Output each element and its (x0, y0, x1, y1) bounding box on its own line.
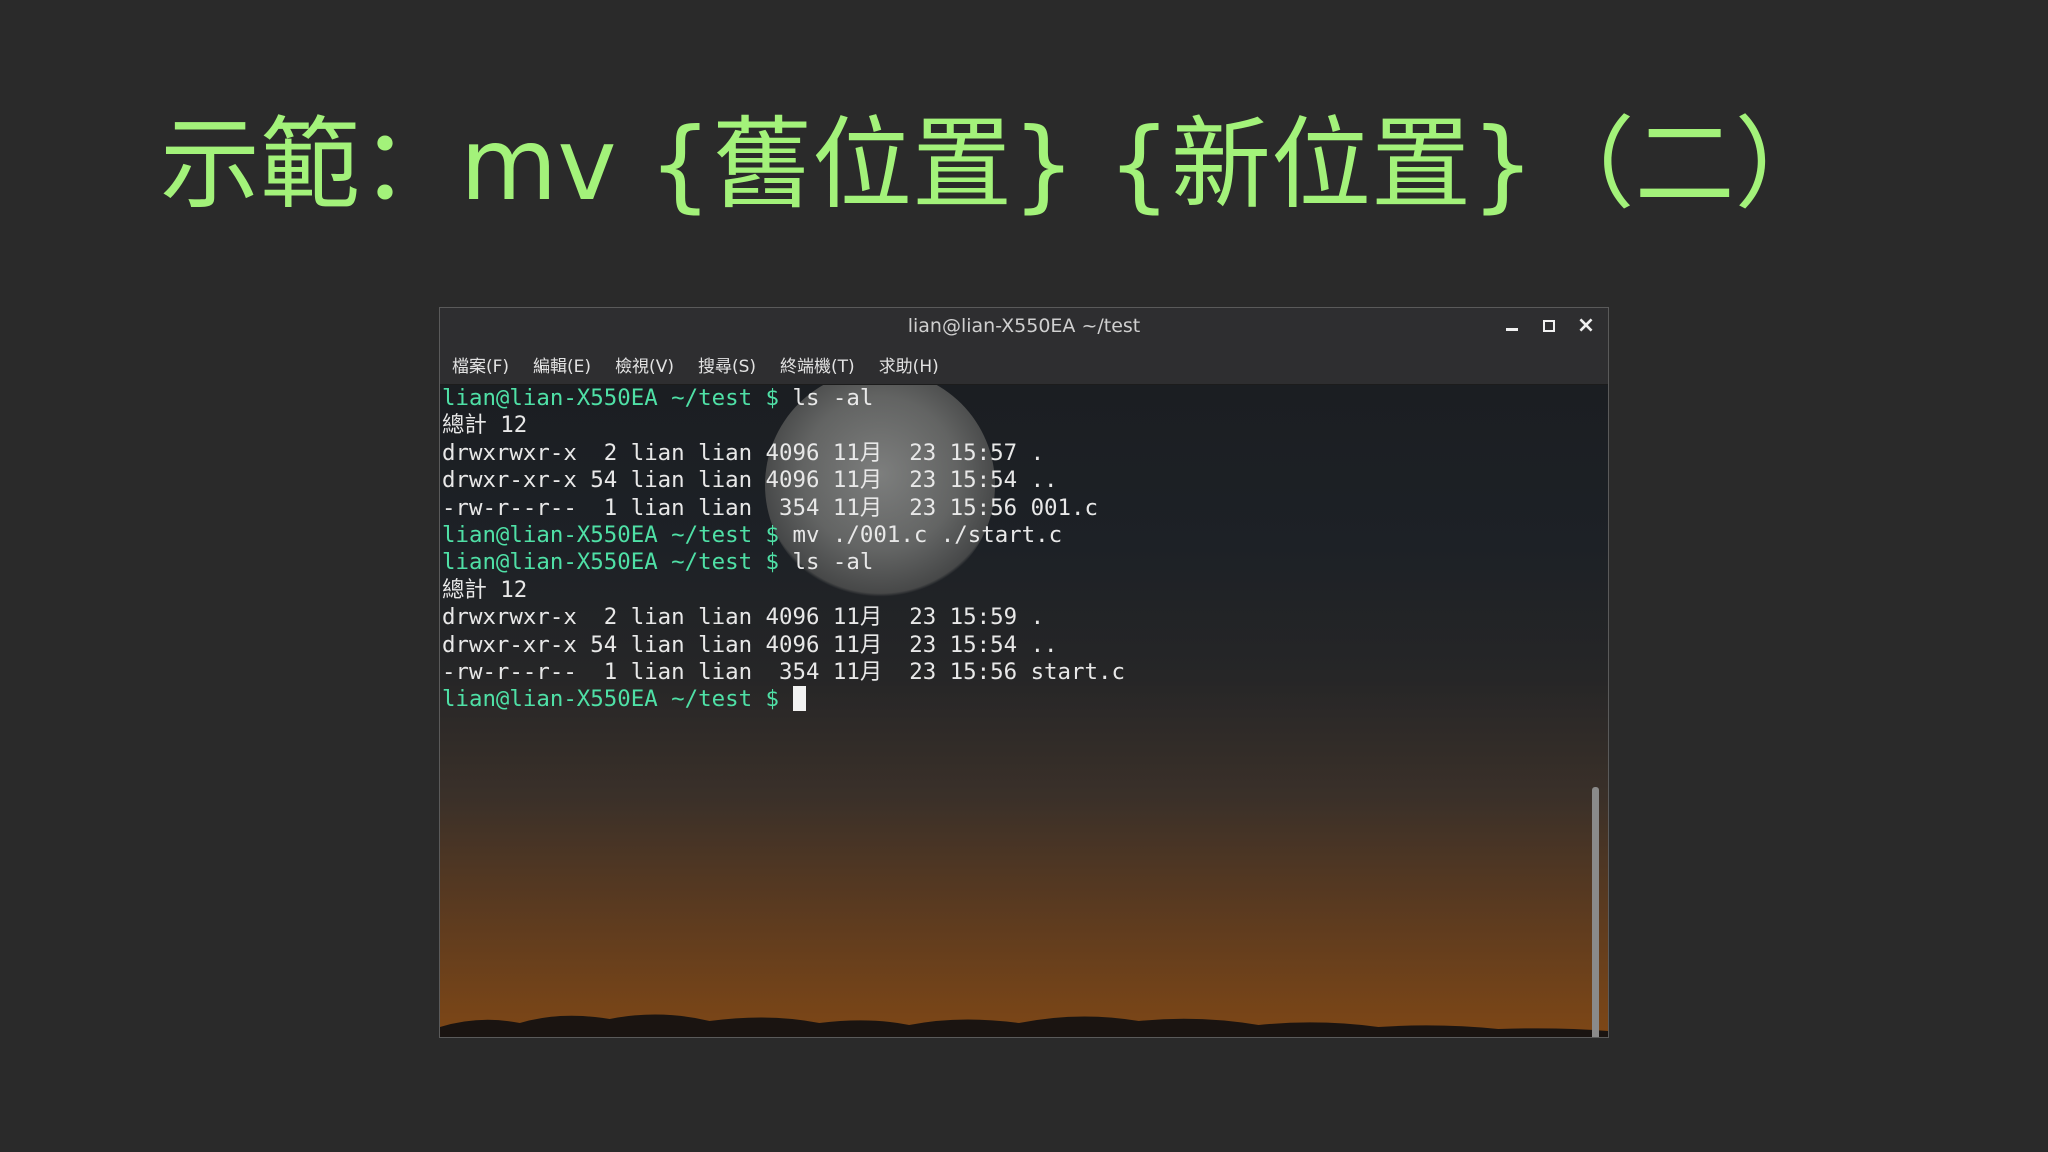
terminal-line: -rw-r--r-- 1 lian lian 354 11月 23 15:56 … (442, 659, 1125, 686)
terminal-prompt: lian@lian-X550EA ~/test $ (442, 385, 780, 411)
menubar: 檔案(F) 編輯(E) 檢視(V) 搜尋(S) 終端機(T) 求助(H) (440, 344, 1608, 385)
terminal-line: drwxr-xr-x 54 lian lian 4096 11月 23 15:5… (442, 467, 1058, 494)
terminal-prompt: lian@lian-X550EA ~/test $ (442, 522, 780, 549)
terminal-command: mv ./001.c ./start.c (779, 522, 1063, 549)
close-icon: × (1576, 313, 1596, 338)
terminal-line: lian@lian-X550EA ~/test $ ls -al (442, 549, 873, 575)
maximize-icon (1543, 320, 1555, 332)
menu-terminal[interactable]: 終端機(T) (780, 352, 855, 377)
terminal-line: drwxrwxr-x 2 lian lian 4096 11月 23 15:57… (442, 439, 1045, 466)
menu-help[interactable]: 求助(H) (879, 352, 939, 377)
terminal-line: lian@lian-X550EA ~/test $ mv ./001.c ./s… (442, 522, 1062, 548)
terminal-command: ls -al (779, 385, 874, 411)
terminal-command (779, 686, 792, 712)
window-titlebar[interactable]: lian@lian-X550EA ~/test × (440, 308, 1608, 344)
menu-search[interactable]: 搜尋(S) (698, 352, 756, 377)
menu-view[interactable]: 檢視(V) (615, 352, 674, 377)
scrollbar-thumb[interactable] (1592, 787, 1599, 1037)
window-title: lian@lian-X550EA ~/test (907, 315, 1141, 337)
terminal-area[interactable]: lian@lian-X550EA ~/test $ ls -al 總計 12 d… (440, 385, 1608, 1037)
menu-file[interactable]: 檔案(F) (452, 352, 509, 377)
terminal-command: ls -al (779, 549, 874, 576)
slide-title: 示範：mv {舊位置} {新位置}（二） (160, 106, 1835, 223)
terminal-line: lian@lian-X550EA ~/test $ ls -al (442, 385, 873, 411)
maximize-button[interactable] (1535, 312, 1563, 340)
terminal-window: lian@lian-X550EA ~/test × 檔案(F) 編輯(E) 檢視… (439, 307, 1609, 1038)
minimize-icon (1506, 327, 1518, 331)
terminal-line: drwxrwxr-x 2 lian lian 4096 11月 23 15:59… (442, 604, 1045, 631)
terminal-line: -rw-r--r-- 1 lian lian 354 11月 23 15:56 … (442, 494, 1098, 521)
terminal-prompt: lian@lian-X550EA ~/test $ (442, 549, 780, 576)
close-button[interactable]: × (1572, 312, 1600, 340)
terminal-prompt: lian@lian-X550EA ~/test $ (442, 686, 780, 713)
terminal-line: 總計 12 (442, 412, 528, 439)
terminal-line: lian@lian-X550EA ~/test $ (442, 686, 806, 712)
minimize-button[interactable] (1498, 312, 1526, 340)
menu-edit[interactable]: 編輯(E) (533, 352, 591, 377)
terminal-line: 總計 12 (442, 576, 528, 603)
terminal-output: lian@lian-X550EA ~/test $ ls -al 總計 12 d… (442, 385, 1588, 714)
hills-silhouette (440, 1014, 1608, 1037)
terminal-line: drwxr-xr-x 54 lian lian 4096 11月 23 15:5… (442, 631, 1058, 658)
text-cursor (792, 686, 806, 712)
